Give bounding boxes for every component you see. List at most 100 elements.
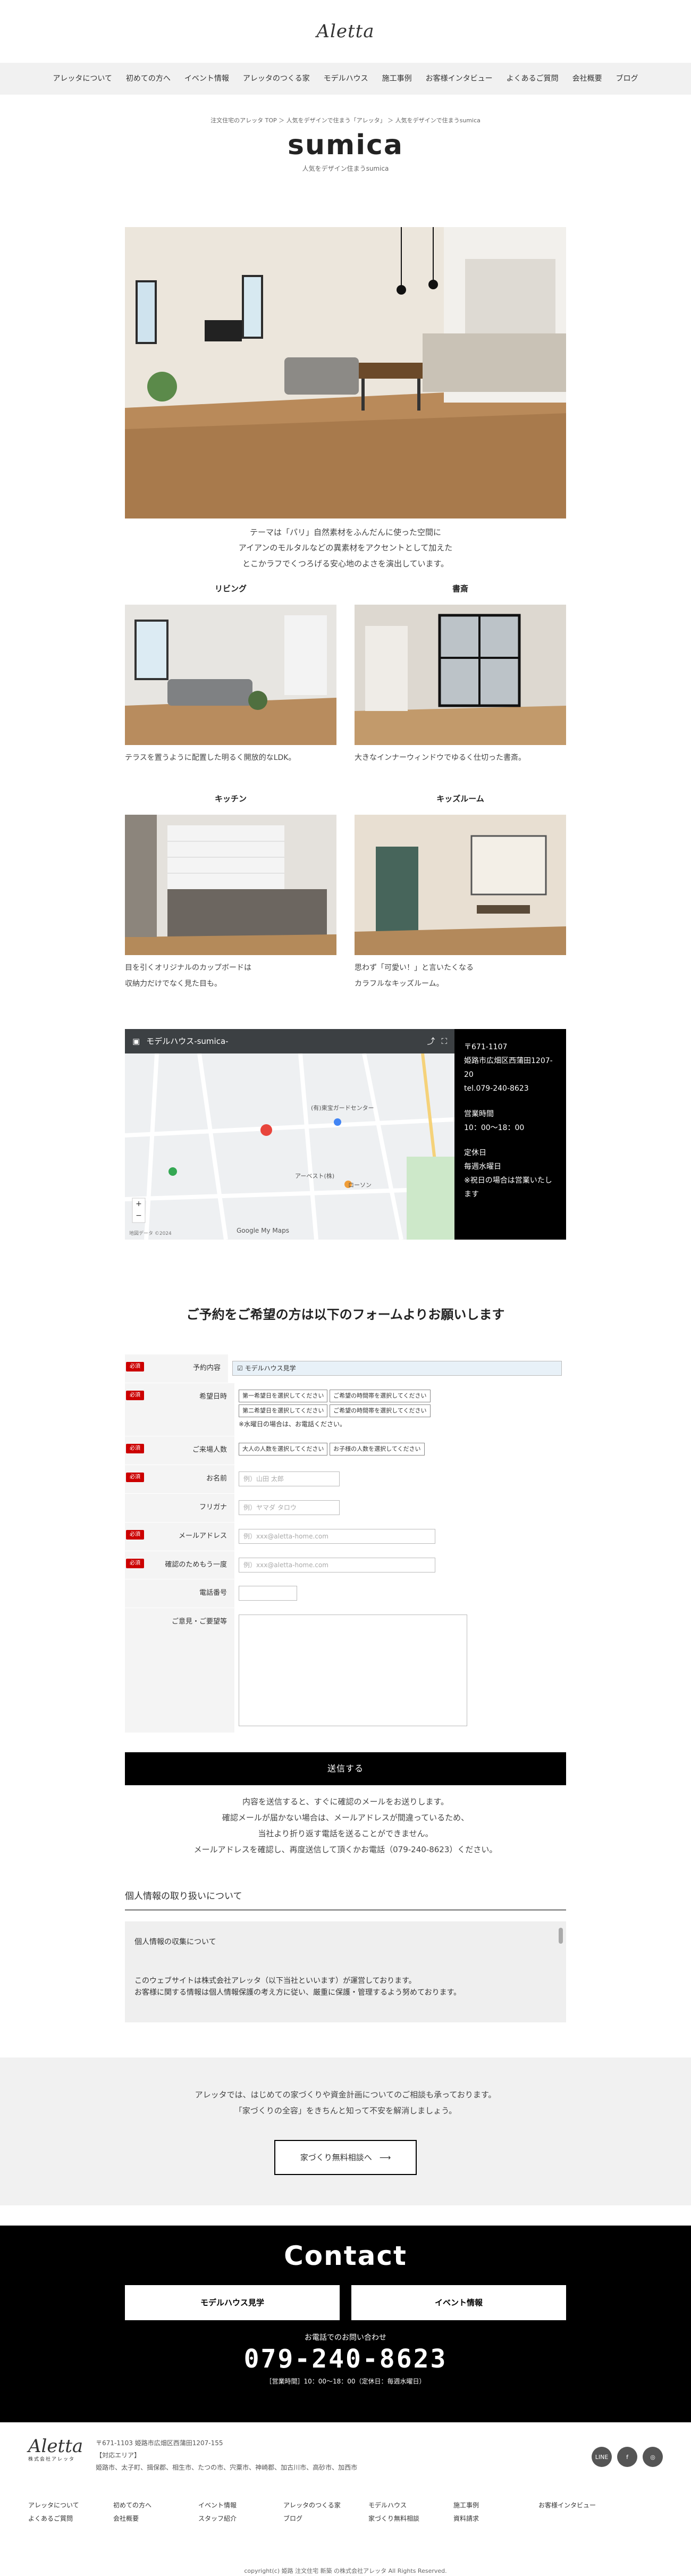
site-footer: Aletta 株式会社アレッタ 〒671-1103 姫路市広畑区西蒲田1207-1…: [0, 2422, 691, 2575]
room-text: テラスを置うように配置した明るく開放的なLDK。: [125, 753, 296, 762]
first-date-select[interactable]: 第一希望日を選択してください: [239, 1390, 328, 1403]
nav-company[interactable]: 会社概要: [572, 73, 602, 85]
share-icon[interactable]: ⤴: [427, 1035, 435, 1048]
privacy-text: このウェブサイトは株式会社アレッタ（以下当社といいます）が運営しております。: [134, 1976, 416, 1985]
room-title: キッチン: [214, 794, 247, 804]
kids-photo: [355, 815, 566, 956]
fullscreen-icon[interactable]: ⛶: [441, 1035, 447, 1048]
nav-model-house[interactable]: モデルハウス: [324, 73, 368, 85]
copyright: copyright(c) 姫路 注文住宅 新築 の株式会社アレッタ All Ri…: [244, 2567, 447, 2575]
content-value: モデルハウス見学: [245, 1365, 296, 1373]
shop-info: 〒671-1107 姫路市広畑区西蒲田1207-20 tel.079-240-8…: [454, 1029, 566, 1240]
map-title-bar: ▣ モデルハウス-sumica- ⤴ ⛶: [125, 1029, 454, 1054]
required-badge: 必須: [126, 1473, 144, 1483]
site-logo[interactable]: Aletta: [316, 17, 374, 46]
nav-faq[interactable]: よくあるご質問: [507, 73, 559, 85]
reservation-form: 必須 予約内容 ☑ モデルハウス見学 必須 希望日時 第一希望日を選択してください …: [125, 1354, 566, 1786]
nav-about[interactable]: アレッタについて: [53, 73, 112, 85]
first-time-select[interactable]: ご希望の時間帯を選択してください: [330, 1390, 431, 1403]
privacy-text: お客様に関する情報は個人情報保護の考え方に従い、厳重に保護・管理するよう努めてお…: [134, 1988, 461, 1997]
checkbox[interactable]: ☑: [237, 1365, 245, 1372]
message-textarea[interactable]: [239, 1615, 467, 1727]
tel-number[interactable]: 079-240-8623: [0, 2344, 691, 2375]
kitchen-photo: [125, 815, 336, 956]
instagram-icon[interactable]: ◎: [643, 2447, 663, 2468]
room-gallery: リビング テラスを置うように配置した明るく開放的なLDK。 書斎 大きなインナー…: [125, 582, 566, 992]
room-text: 目を引くオリジナルのカップボードは 収納力だけでなく見た目も。: [125, 964, 251, 988]
zoom-in-icon[interactable]: +: [132, 1198, 145, 1210]
nav-interview[interactable]: お客様インタビュー: [426, 73, 493, 85]
google-map[interactable]: ▣ モデルハウス-sumica- ⤴ ⛶ (有)東宝ガードセンター アーベスト(…: [125, 1029, 454, 1240]
date-note: ※水曜日の場合は、お電話ください。: [239, 1420, 347, 1428]
study-photo: [355, 604, 566, 745]
nav-first-time[interactable]: 初めての方へ: [126, 73, 171, 85]
second-date-select[interactable]: 第二希望日を選択してください: [239, 1404, 328, 1418]
contact-title: Contact: [284, 2240, 407, 2272]
arrow-right-icon: ⟶: [379, 2152, 391, 2162]
global-nav: アレッタについて 初めての方へ イベント情報 アレッタのつくる家 モデルハウス …: [0, 63, 691, 95]
adult-select[interactable]: 大人の人数を選択してください: [239, 1443, 328, 1456]
row-date: 必須 希望日時 第一希望日を選択してください ご希望の時間帯を選択してください 第…: [125, 1383, 566, 1437]
tel-hours: ［営業時間］10：00〜18：00（定休日：毎週水曜日）: [265, 2378, 426, 2386]
consult-button[interactable]: 家づくり無料相談へ ⟶: [274, 2139, 417, 2175]
row-people: 必須 ご来場人数 大人の人数を選択してください お子様の人数を選択してください: [125, 1436, 566, 1466]
form-note: 内容を送信すると、すぐに確認のメールをお送りします。 確認メールが届かない場合は…: [193, 1797, 498, 1855]
required-badge: 必須: [126, 1444, 144, 1454]
room-living: リビング テラスを置うように配置した明るく開放的なLDK。: [125, 582, 336, 766]
footer-links: アレッタについて 初めての方へ イベント情報 アレッタのつくる家 モデルハウス …: [28, 2501, 596, 2523]
form-title: ご予約をご希望の方は以下のフォームよりお願いします: [186, 1307, 505, 1323]
room-text: 大きなインナーウィンドウでゆるく仕切った書斎。: [355, 753, 526, 762]
row-message: ご意見・ご要望等: [125, 1608, 566, 1734]
email-confirm-input[interactable]: 例）xxx@aletta-home.com: [239, 1557, 435, 1573]
room-title: リビング: [214, 583, 247, 593]
footer-logo[interactable]: Aletta 株式会社アレッタ: [28, 2437, 83, 2462]
kana-input[interactable]: 例）ヤマダ タロウ: [239, 1500, 340, 1516]
tel-input[interactable]: [239, 1586, 297, 1601]
nav-blog[interactable]: ブログ: [616, 73, 638, 85]
submit-button[interactable]: 送信する: [125, 1752, 566, 1786]
hero-photo: [125, 227, 566, 519]
child-select[interactable]: お子様の人数を選択してください: [330, 1443, 425, 1456]
page: Aletta アレッタについて 初めての方へ イベント情報 アレッタのつくる家 …: [0, 0, 691, 2576]
map-label: (有)東宝ガードセンター: [311, 1105, 374, 1112]
map-label: ローソン: [348, 1182, 372, 1189]
facebook-icon[interactable]: f: [617, 2447, 637, 2468]
row-name: 必須 お名前 例）山田 太郎: [125, 1465, 566, 1494]
nav-works[interactable]: 施工事例: [382, 73, 412, 85]
email-input[interactable]: 例）xxx@aletta-home.com: [239, 1528, 435, 1544]
room-title: キッズルーム: [436, 794, 484, 804]
tel-label: お電話でのお問い合わせ: [305, 2334, 386, 2343]
map-title[interactable]: モデルハウス-sumica-: [146, 1035, 228, 1048]
access-block: ▣ モデルハウス-sumica- ⤴ ⛶ (有)東宝ガードセンター アーベスト(…: [125, 1029, 566, 1240]
required-badge: 必須: [126, 1391, 144, 1401]
privacy-subheading: 個人情報の収集について: [134, 1938, 216, 1947]
page-subtitle: 人気をデザイン住まうsumica: [302, 164, 389, 172]
room-study: 書斎 大きなインナーウィンドウでゆるく仕切った書斎。: [355, 582, 566, 766]
contact-section: Contact モデルハウス見学 イベント情報 お電話でのお問い合わせ 079-…: [0, 2226, 691, 2423]
map-menu-icon[interactable]: ▣: [132, 1035, 140, 1048]
privacy-scroll-box[interactable]: 個人情報の収集について このウェブサイトは株式会社アレッタ（以下当社といいます）…: [125, 1921, 566, 2023]
required-badge: 必須: [126, 1362, 144, 1372]
room-kids: キッズルーム 思わず「可愛い！」と言いたくなる カラフルなキッズルーム。: [355, 792, 566, 992]
nav-houses[interactable]: アレッタのつくる家: [243, 73, 310, 85]
row-content: 必須 予約内容 ☑ モデルハウス見学: [125, 1354, 566, 1384]
line-icon[interactable]: LINE: [592, 2447, 612, 2468]
row-kana: フリガナ 例）ヤマダ タロウ: [125, 1494, 566, 1523]
name-input[interactable]: 例）山田 太郎: [239, 1471, 340, 1487]
event-button[interactable]: イベント情報: [351, 2285, 566, 2321]
model-house-button[interactable]: モデルハウス見学: [125, 2285, 340, 2321]
page-title: sumica: [288, 129, 403, 161]
living-photo: [125, 604, 336, 745]
zoom-out-icon[interactable]: −: [132, 1210, 145, 1222]
row-tel: 電話番号: [125, 1579, 566, 1609]
breadcrumb[interactable]: 注文住宅のアレッタ TOP ＞ 人気をデザインで住まう「アレッタ」 ＞ 人気をデ…: [0, 116, 691, 126]
required-badge: 必須: [126, 1529, 144, 1540]
intro-text: テーマは「パリ」自然素材をふんだんに使った空間に アイアンのモルタルなどの異素材…: [238, 528, 453, 568]
nav-events[interactable]: イベント情報: [184, 73, 229, 85]
scrollbar[interactable]: [559, 1928, 563, 1944]
map-footer: 地図データ ©2024: [129, 1231, 172, 1237]
second-time-select[interactable]: ご希望の時間帯を選択してください: [330, 1404, 431, 1418]
site-header: Aletta: [0, 0, 691, 63]
consult-section: アレッタでは、はじめての家づくりや資金計画についてのご相談も承っております。 「…: [0, 2058, 691, 2206]
map-label: アーベスト(株): [295, 1173, 335, 1180]
